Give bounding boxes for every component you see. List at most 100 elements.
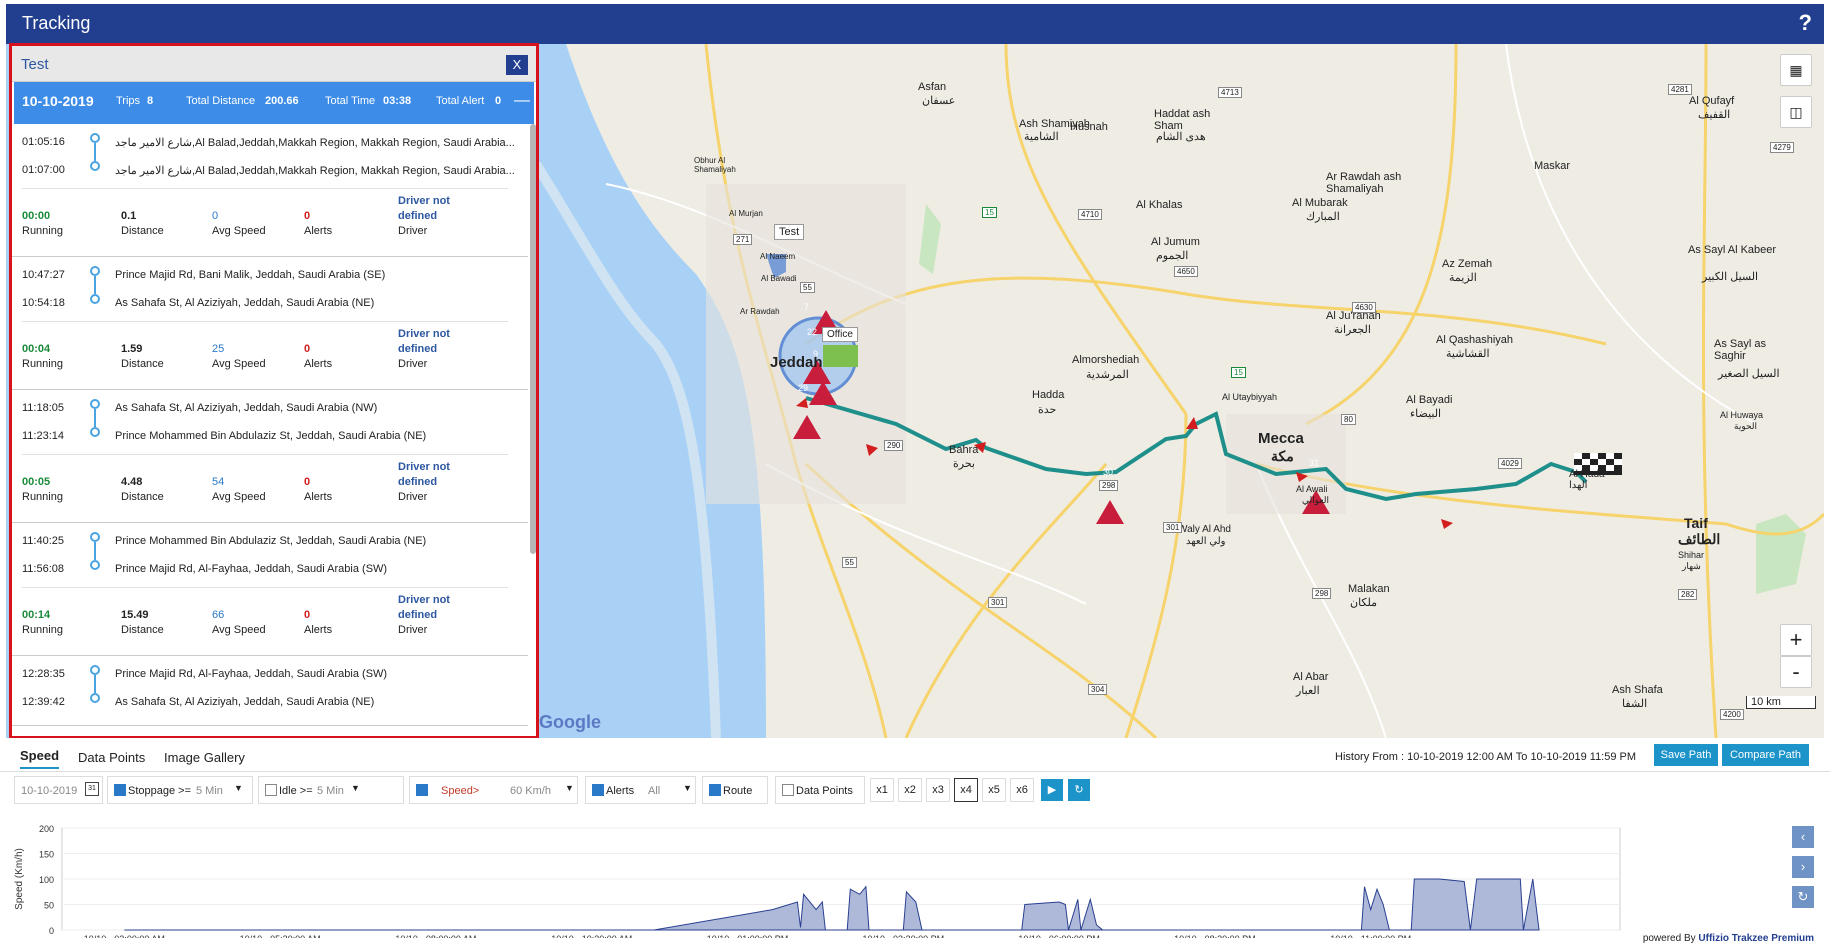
- road-shield-55: 55: [800, 282, 815, 293]
- distance-value: 200.66: [265, 95, 299, 107]
- speed-x1-button[interactable]: x1: [870, 778, 894, 802]
- route-checkbox[interactable]: [709, 784, 721, 796]
- map-label-al-jumum: Al Jumum: [1151, 236, 1200, 248]
- trip-speed-value: 54: [212, 476, 225, 488]
- tab-image-gallery[interactable]: Image Gallery: [164, 750, 245, 765]
- play-button[interactable]: ▶: [1041, 779, 1063, 801]
- fullscreen-button[interactable]: ◫: [1780, 96, 1812, 128]
- map-scale: 10 km: [1746, 696, 1816, 709]
- speed-checkbox[interactable]: [416, 784, 428, 796]
- speed-x3-button[interactable]: x3: [926, 778, 950, 802]
- trip-start-address: شارع الامير ماجد,Al Balad,Jeddah,Makkah …: [115, 137, 515, 149]
- trip-item[interactable]: 10:47:27 10:54:18 Prince Majid Rd, Bani Ma…: [12, 257, 528, 390]
- panel-scrollbar[interactable]: [530, 124, 536, 554]
- trip-start-address: As Sahafa St, Al Aziziyah, Jeddah, Saudi…: [115, 402, 378, 414]
- stoppage-checkbox[interactable]: [114, 784, 126, 796]
- alerts-checkbox[interactable]: [592, 784, 604, 796]
- trips-label: Trips: [116, 95, 141, 107]
- idle-value[interactable]: 5 Min: [317, 785, 344, 797]
- route-filter[interactable]: Route: [702, 776, 768, 804]
- collapse-icon[interactable]: —: [514, 92, 530, 110]
- x-tick-label: 10/10 - 05:30:00 AM: [240, 934, 321, 938]
- speed-label: Speed>: [441, 785, 480, 797]
- data-points-filter[interactable]: Data Points: [775, 776, 865, 804]
- end-point-icon: [90, 161, 100, 171]
- trip-alerts-value: 0: [304, 210, 311, 222]
- map-label-bahra-ar: بحرة: [953, 458, 975, 470]
- alerts-label: Alerts: [606, 785, 635, 797]
- stoppage-filter[interactable]: Stoppage >= 5 Min ▼: [107, 776, 253, 804]
- tab-speed[interactable]: Speed: [20, 748, 60, 769]
- trip-item[interactable]: 01:05:16 01:07:00 شارع الامير ماجد,Al Bala…: [12, 124, 528, 257]
- map-label-al-bayadi-ar: البيضاء: [1410, 408, 1442, 420]
- chart-prev-button[interactable]: ‹: [1792, 826, 1814, 848]
- calendar-icon[interactable]: 31: [85, 782, 99, 796]
- trip-driver-value[interactable]: Driver not defined: [398, 194, 468, 224]
- chevron-down-icon[interactable]: ▼: [234, 783, 243, 793]
- chart-reset-button[interactable]: ↻: [1792, 886, 1814, 908]
- map-label-al-hada: Al Hada: [1569, 469, 1605, 480]
- trip-driver-value[interactable]: Driver not defined: [398, 327, 468, 357]
- trip-distance-label: Distance: [121, 624, 164, 636]
- map-label-al-utaybiyyah: Al Utaybiyyah: [1222, 392, 1278, 402]
- trip-item[interactable]: 11:18:05 11:23:14 As Sahafa St, Al Aziziya…: [12, 390, 528, 523]
- x-tick-label: 10/10 - 06:00:00 PM: [1018, 934, 1100, 938]
- speed-value[interactable]: 60 Km/h: [510, 785, 551, 797]
- alerts-value[interactable]: All: [648, 785, 660, 797]
- road-shield-4200: 4200: [1720, 709, 1744, 720]
- alert-marker-30[interactable]: 30: [1103, 467, 1113, 477]
- idle-checkbox[interactable]: [265, 784, 277, 796]
- speed-x6-button[interactable]: x6: [1010, 778, 1034, 802]
- road-shield-298b: 298: [1312, 588, 1332, 599]
- chevron-down-icon[interactable]: ▼: [565, 783, 574, 793]
- trip-item[interactable]: 11:40:25 11:56:08 Prince Mohammed Bin Abdu…: [12, 523, 528, 656]
- trip-running-value: 00:14: [22, 609, 51, 621]
- chevron-down-icon[interactable]: ▼: [683, 783, 692, 793]
- trip-speed-value: 0: [212, 210, 219, 222]
- map-label-qashashiyah-ar: القشاشية: [1446, 348, 1490, 360]
- help-icon[interactable]: ?: [1799, 10, 1812, 36]
- trip-driver-label: Driver: [398, 491, 428, 503]
- top-bar: Tracking ?: [0, 0, 1830, 44]
- alert-marker-22[interactable]: 22: [807, 327, 817, 337]
- data-points-checkbox[interactable]: [782, 784, 794, 796]
- tab-data-points[interactable]: Data Points: [78, 750, 145, 765]
- reset-button[interactable]: ↻: [1068, 779, 1090, 801]
- map-type-button[interactable]: ▦: [1780, 54, 1812, 86]
- map-label-bahra: Bahra: [949, 444, 979, 456]
- date-picker[interactable]: 10-10-2019 31: [14, 776, 103, 804]
- alerts-filter[interactable]: Alerts All ▼: [585, 776, 696, 804]
- y-tick-label: 200: [39, 824, 54, 834]
- trip-end-time: 10:54:18: [22, 297, 65, 309]
- trip-distance-value: 4.48: [121, 476, 143, 488]
- stoppage-value[interactable]: 5 Min: [196, 785, 223, 797]
- alert-marker-7[interactable]: 7: [804, 302, 809, 312]
- map-label-maskar: Maskar: [1534, 160, 1571, 172]
- close-panel-button[interactable]: X: [506, 55, 528, 75]
- chevron-down-icon[interactable]: ▼: [351, 783, 360, 793]
- trip-distance-value: 15.49: [121, 609, 149, 621]
- map-label-shihar: Shihar: [1678, 550, 1705, 560]
- alert-marker-29[interactable]: 29: [798, 383, 808, 393]
- alert-marker-31[interactable]: 31: [1309, 458, 1319, 468]
- trip-separator: [22, 321, 508, 322]
- trip-driver-value[interactable]: Driver not defined: [398, 460, 468, 490]
- zoom-out-button[interactable]: -: [1780, 656, 1812, 688]
- compare-path-button[interactable]: Compare Path: [1722, 744, 1809, 766]
- trip-item[interactable]: 12:28:35 12:39:42 Prince Majid Rd, Al-Fayh…: [12, 656, 528, 726]
- chart-next-button[interactable]: ›: [1792, 856, 1814, 878]
- trip-list[interactable]: 01:05:16 01:07:00 شارع الامير ماجد,Al Bala…: [12, 124, 536, 726]
- speed-filter[interactable]: Speed> 60 Km/h ▼: [409, 776, 578, 804]
- trip-running-label: Running: [22, 225, 63, 237]
- speed-x2-button[interactable]: x2: [898, 778, 922, 802]
- idle-filter[interactable]: Idle >= 5 Min ▼: [258, 776, 404, 804]
- speed-x5-button[interactable]: x5: [982, 778, 1006, 802]
- day-summary[interactable]: 10-10-2019 Trips 8 Total Distance 200.66…: [14, 82, 534, 124]
- speed-x4-button[interactable]: x4: [954, 778, 978, 802]
- map-label-al-huwaya-ar: الحوية: [1734, 421, 1758, 431]
- trip-driver-value[interactable]: Driver not defined: [398, 593, 468, 623]
- speed-chart[interactable]: 200 150 100 50 0 Speed (Km/h) 10/10 - 03:00:00…: [10, 818, 1790, 938]
- zoom-in-button[interactable]: +: [1780, 624, 1812, 656]
- alert-marker-9[interactable]: 9: [813, 349, 818, 359]
- save-path-button[interactable]: Save Path: [1654, 744, 1718, 766]
